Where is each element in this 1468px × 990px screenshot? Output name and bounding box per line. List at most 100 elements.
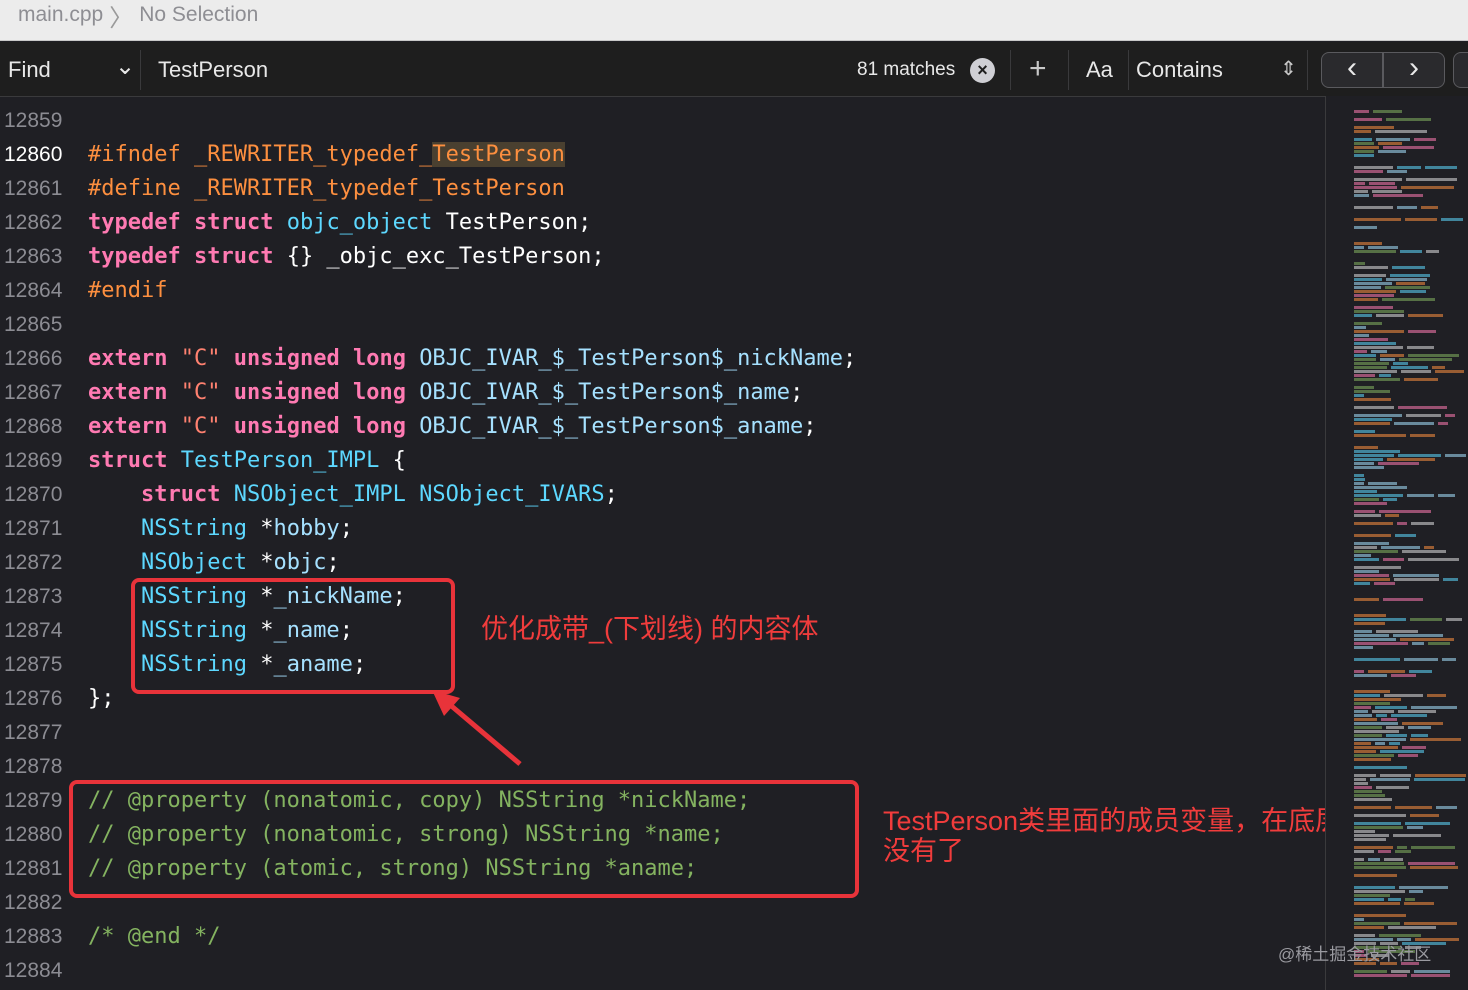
code-token: unsigned — [233, 346, 340, 371]
code-token: {} _objc_exc_TestPerson; — [273, 244, 605, 269]
minimap-stripe — [1354, 694, 1380, 697]
minimap-stripe — [1354, 862, 1404, 865]
search-input[interactable]: TestPerson — [158, 57, 268, 83]
previous-match-button[interactable]: ‹ — [1321, 52, 1383, 88]
code-token: OBJC_IVAR_$_TestPerson$_nickName — [419, 346, 844, 371]
line-number: 12879 — [4, 789, 63, 812]
minimap-stripe — [1394, 422, 1434, 425]
minimap-stripe — [1385, 514, 1399, 517]
minimap-stripe — [1376, 786, 1409, 789]
minimap-stripe — [1354, 902, 1400, 905]
minimap-stripe — [1379, 510, 1431, 513]
code-line[interactable]: 12872 NSObject *objc; — [0, 546, 1325, 580]
minimap-stripe — [1381, 718, 1397, 721]
line-number: 12862 — [4, 211, 63, 234]
minimap[interactable] — [1325, 96, 1468, 990]
minimap-stripe — [1354, 218, 1401, 221]
chevron-down-icon[interactable]: ⌄ — [115, 52, 135, 81]
code-line[interactable]: 12877 — [0, 716, 1325, 750]
annotation-note-properties: TestPerson类里面的成员变量，在底层中没有了 — [883, 806, 1370, 866]
code-token: TestPerson_IMPL — [180, 448, 380, 473]
minimap-stripe — [1383, 558, 1404, 561]
minimap-stripe — [1354, 266, 1388, 269]
code-line[interactable]: 12869 struct TestPerson_IMPL { — [0, 444, 1325, 478]
code-line[interactable]: 12867 extern "C" unsigned long OBJC_IVAR_… — [0, 376, 1325, 410]
minimap-stripe — [1354, 226, 1377, 229]
minimap-stripe — [1354, 494, 1403, 497]
code-text: extern "C" unsigned long OBJC_IVAR_$_Tes… — [88, 410, 817, 444]
code-line[interactable]: 12870 struct NSObject_IMPL NSObject_IVAR… — [0, 478, 1325, 512]
minimap-stripe — [1354, 634, 1389, 637]
minimap-stripe — [1354, 118, 1382, 121]
minimap-stripe — [1379, 374, 1391, 377]
minimap-stripe — [1368, 670, 1405, 673]
code-token: #ifndef _REWRITER_typedef_ — [88, 142, 433, 167]
code-line[interactable]: 12871 NSString *hobby; — [0, 512, 1325, 546]
minimap-stripe — [1354, 786, 1372, 789]
code-token: extern — [88, 346, 168, 371]
code-line[interactable]: 12860 #ifndef _REWRITER_typedef_TestPerso… — [0, 138, 1325, 172]
match-case-toggle[interactable]: Aa — [1086, 57, 1113, 83]
minimap-stripe — [1354, 754, 1394, 757]
code-line[interactable]: 12863 typedef struct {} _objc_exc_TestPer… — [0, 240, 1325, 274]
minimap-stripe — [1354, 430, 1375, 433]
minimap-stripe — [1400, 250, 1422, 253]
minimap-stripe — [1405, 898, 1415, 901]
add-pattern-icon[interactable]: + — [1029, 52, 1047, 86]
minimap-stripe — [1410, 814, 1439, 817]
code-token: OBJC_IVAR_$_TestPerson$_name — [419, 380, 791, 405]
minimap-stripe — [1391, 366, 1428, 369]
code-line[interactable]: 12865 — [0, 308, 1325, 342]
divider — [1068, 50, 1069, 90]
code-text: NSString *hobby; — [88, 512, 353, 546]
minimap-stripe — [1354, 194, 1369, 197]
annotation-box-properties — [69, 780, 859, 898]
minimap-stripe — [1398, 454, 1441, 457]
code-line[interactable]: 12868 extern "C" unsigned long OBJC_IVAR_… — [0, 410, 1325, 444]
minimap-stripe — [1442, 658, 1456, 661]
minimap-stripe — [1354, 874, 1397, 877]
minimap-stripe — [1354, 186, 1397, 189]
code-line[interactable]: 12884 — [0, 954, 1325, 988]
minimap-stripe — [1393, 574, 1439, 577]
minimap-stripe — [1354, 274, 1386, 277]
code-line[interactable]: 12883 /* @end */ — [0, 920, 1325, 954]
find-mode-selector[interactable]: Find — [8, 57, 51, 83]
line-number: 12863 — [4, 245, 63, 268]
code-line[interactable]: 12878 — [0, 750, 1325, 784]
next-match-button[interactable]: › — [1383, 52, 1445, 88]
minimap-stripe — [1438, 422, 1448, 425]
code-token: ; — [326, 550, 340, 575]
minimap-stripe — [1391, 970, 1410, 973]
breadcrumb-selection[interactable]: No Selection — [139, 3, 258, 27]
minimap-stripe — [1354, 522, 1393, 525]
minimap-stripe — [1354, 362, 1389, 365]
code-line[interactable]: 12861 #define _REWRITER_typedef_TestPerso… — [0, 172, 1325, 206]
minimap-stripe — [1354, 154, 1374, 157]
code-text: typedef struct objc_object TestPerson; — [88, 206, 591, 240]
minimap-stripe — [1398, 754, 1418, 757]
done-button[interactable] — [1453, 52, 1468, 88]
code-line[interactable]: 12864 #endif — [0, 274, 1325, 308]
minimap-stripe — [1354, 390, 1390, 393]
breadcrumb-file[interactable]: main.cpp — [18, 3, 103, 27]
code-line[interactable]: 12862 typedef struct objc_object TestPers… — [0, 206, 1325, 240]
match-style-select[interactable]: Contains — [1136, 57, 1223, 83]
code-line[interactable]: 12866 extern "C" unsigned long OBJC_IVAR_… — [0, 342, 1325, 376]
minimap-stripe — [1354, 306, 1393, 309]
line-number: 12877 — [4, 721, 63, 744]
minimap-stripe — [1438, 494, 1455, 497]
minimap-stripe — [1372, 710, 1394, 713]
code-line[interactable]: 12859 — [0, 104, 1325, 138]
code-token: }; — [88, 686, 115, 711]
minimap-stripe — [1354, 462, 1374, 465]
code-token: OBJC_IVAR_$_TestPerson$_aname — [419, 414, 804, 439]
code-token: ; — [790, 380, 804, 405]
minimap-stripe — [1354, 290, 1396, 293]
chevron-updown-icon[interactable]: ⇕ — [1280, 56, 1297, 81]
clear-search-icon[interactable]: × — [970, 58, 995, 83]
code-token: NSObject — [140, 550, 247, 575]
